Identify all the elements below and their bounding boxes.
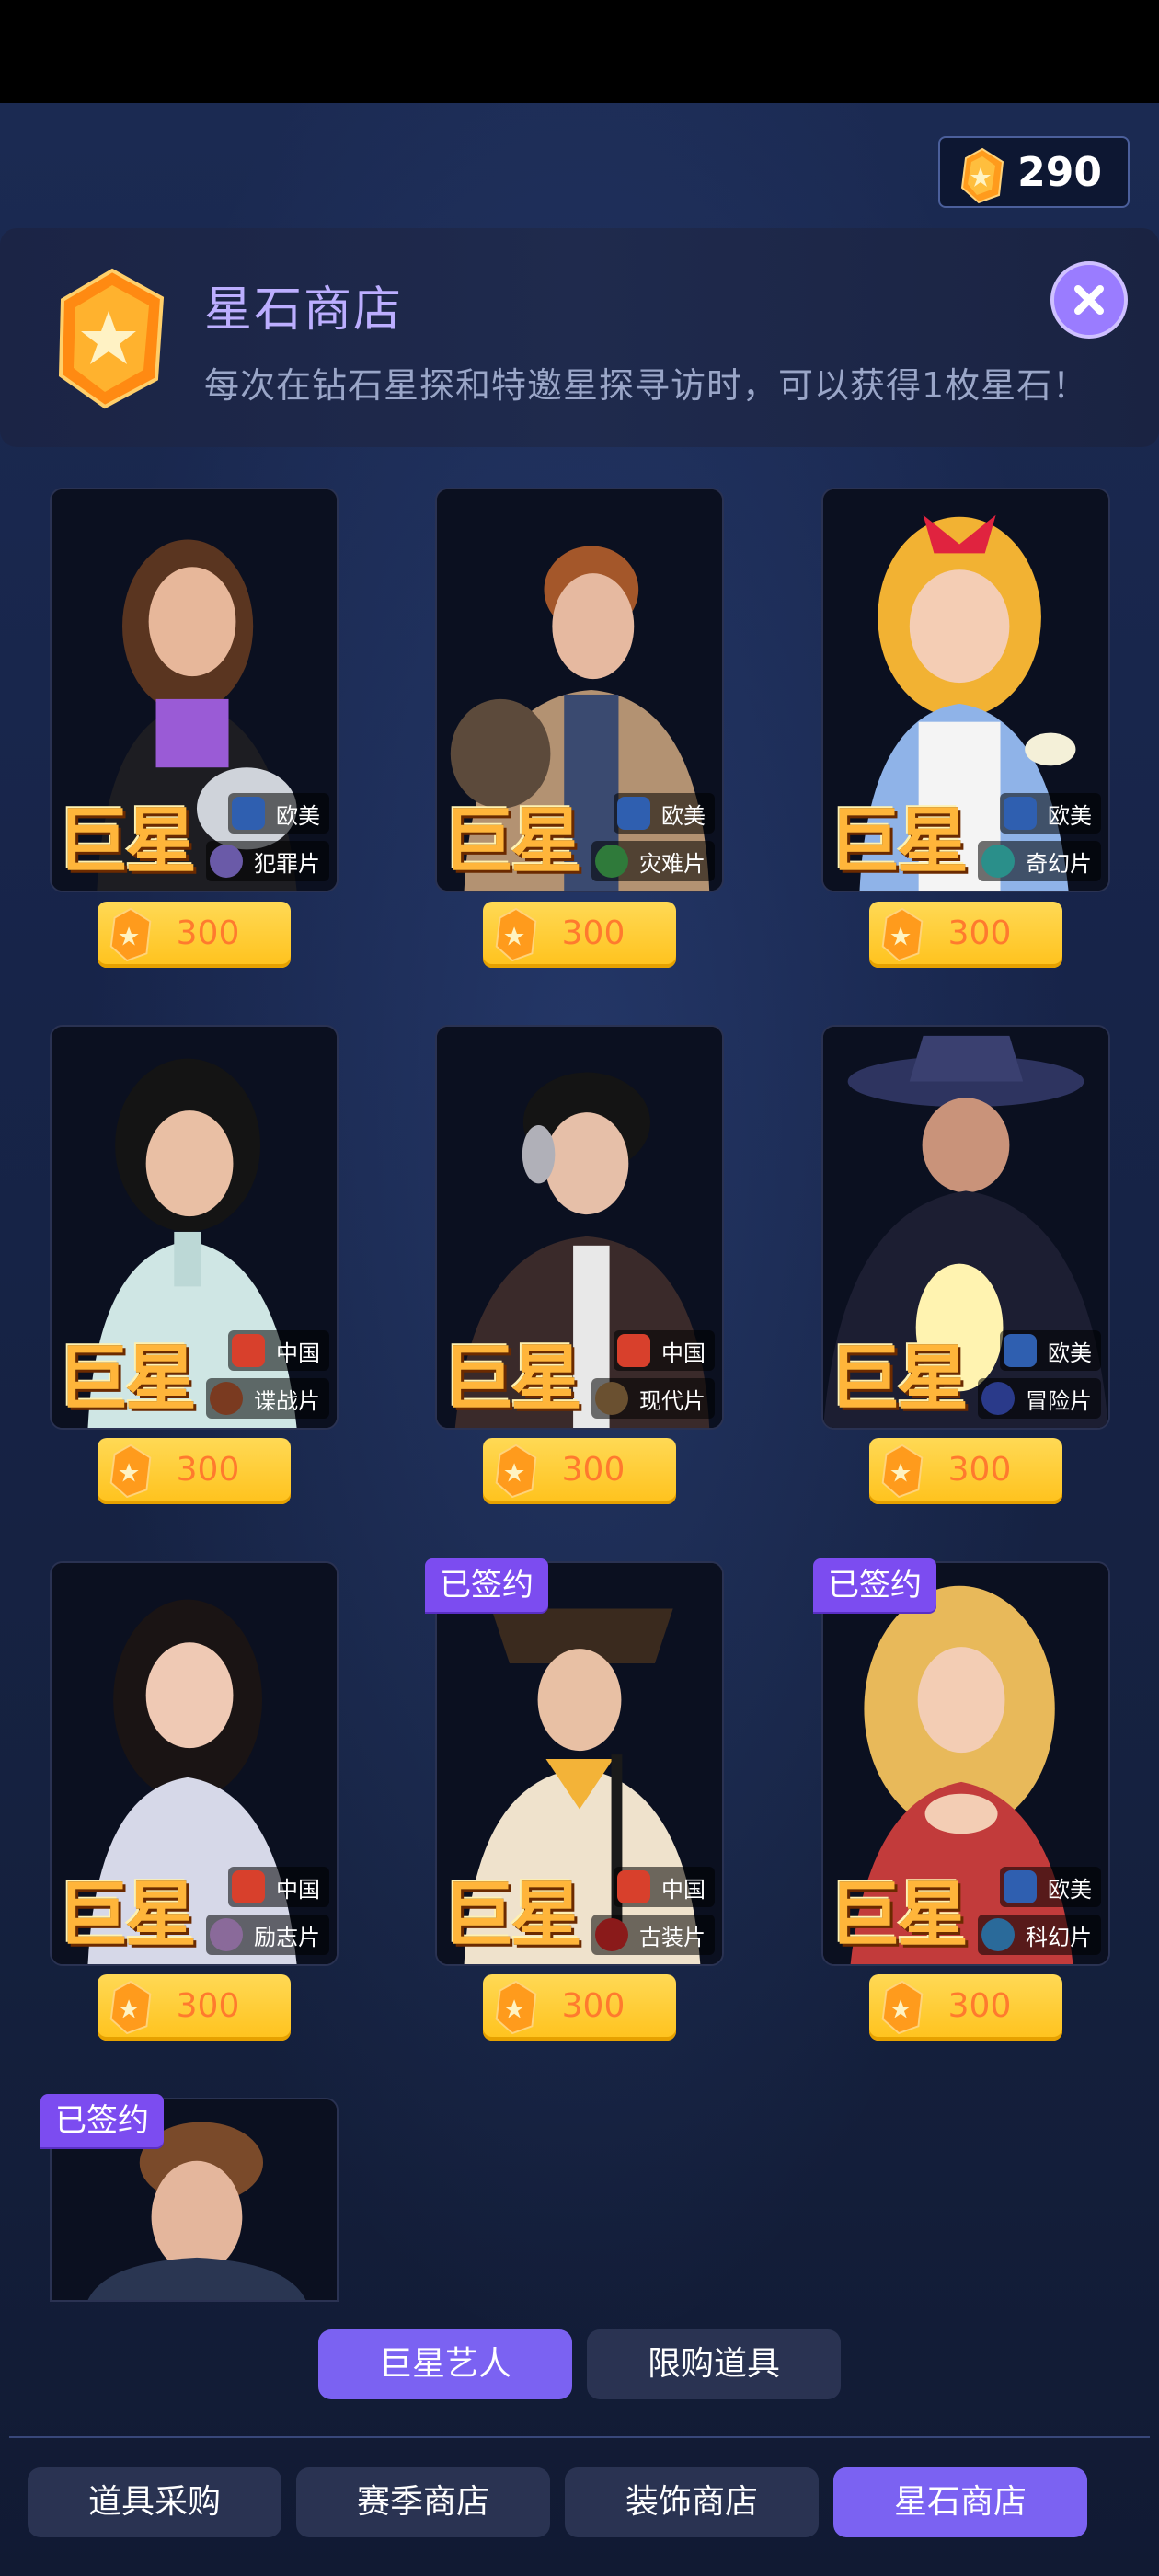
tab-decoration-shop[interactable]: 装饰商店 — [565, 2467, 819, 2537]
region-tag: 中国 — [228, 1330, 329, 1371]
price-button[interactable]: 300 — [869, 1438, 1062, 1504]
price-value: 300 — [561, 1987, 625, 2025]
currency-amount: 290 — [1017, 148, 1102, 196]
rank-label: 巨星 — [442, 1873, 582, 1957]
region-tag: 欧美 — [228, 793, 329, 834]
price-button[interactable]: 300 — [869, 902, 1062, 968]
close-icon — [1074, 285, 1104, 315]
region-icon — [1004, 1334, 1037, 1367]
artist-card[interactable]: 巨星 欧美 灾难片 — [435, 488, 724, 892]
price-button[interactable]: 300 — [98, 1974, 291, 2041]
genre-tag: 谍战片 — [206, 1378, 329, 1419]
signed-badge: 已签约 — [425, 1558, 548, 1612]
region-icon — [617, 1870, 650, 1903]
price-button[interactable]: 300 — [98, 902, 291, 968]
artist-card[interactable]: 巨星 欧美 奇幻片 — [821, 488, 1110, 892]
region-tag: 欧美 — [1000, 793, 1101, 834]
price-button[interactable]: 300 — [98, 1438, 291, 1504]
star-gem-icon — [58, 268, 165, 409]
price-value: 300 — [947, 1987, 1012, 2025]
rank-label: 巨星 — [57, 1873, 197, 1957]
price-button[interactable]: 300 — [483, 1974, 676, 2041]
status-bar — [0, 0, 1159, 103]
price-button[interactable]: 300 — [483, 902, 676, 968]
price-value: 300 — [176, 914, 240, 952]
genre-tag: 奇幻片 — [978, 841, 1101, 881]
genre-icon — [981, 1918, 1015, 1951]
genre-icon — [210, 1918, 243, 1951]
tab-starstone-shop[interactable]: 星石商店 — [833, 2467, 1087, 2537]
artist-card[interactable]: 巨星 中国 现代片 — [435, 1025, 724, 1430]
price-button[interactable]: 300 — [869, 1974, 1062, 2041]
genre-tag: 灾难片 — [591, 841, 715, 881]
region-tag: 欧美 — [1000, 1867, 1101, 1907]
genre-tag: 犯罪片 — [206, 841, 329, 881]
rank-label: 巨星 — [829, 1337, 969, 1420]
genre-tag: 冒险片 — [978, 1378, 1101, 1419]
region-icon — [232, 1870, 265, 1903]
region-icon — [1004, 797, 1037, 830]
divider — [9, 2436, 1150, 2438]
price-value: 300 — [561, 1451, 625, 1489]
shop-description: 每次在钻石星探和特邀星探寻访时，可以获得1枚星石！ — [204, 365, 1089, 406]
price-value: 300 — [176, 1451, 240, 1489]
artist-card[interactable]: 巨星 欧美 冒险片 — [821, 1025, 1110, 1430]
genre-tag: 科幻片 — [978, 1915, 1101, 1955]
genre-icon — [595, 1918, 628, 1951]
price-value: 300 — [176, 1987, 240, 2025]
region-icon — [617, 1334, 650, 1367]
genre-tag: 古装片 — [591, 1915, 715, 1955]
price-button[interactable]: 300 — [483, 1438, 676, 1504]
rank-label: 巨星 — [829, 799, 969, 883]
tab-season-shop[interactable]: 赛季商店 — [296, 2467, 550, 2537]
genre-icon — [210, 1382, 243, 1415]
artist-card[interactable]: 巨星 中国 励志片 — [50, 1561, 339, 1966]
artist-card[interactable]: 巨星 中国 古装片 — [435, 1561, 724, 1966]
artist-card[interactable]: 巨星 欧美 科幻片 — [821, 1561, 1110, 1966]
genre-icon — [595, 1382, 628, 1415]
genre-icon — [981, 1382, 1015, 1415]
region-icon — [1004, 1870, 1037, 1903]
price-value: 300 — [947, 914, 1012, 952]
signed-badge: 已签约 — [813, 1558, 936, 1612]
region-icon — [232, 1334, 265, 1367]
star-gem-icon — [960, 147, 1004, 204]
price-value: 300 — [947, 1451, 1012, 1489]
currency-display: 290 — [938, 136, 1130, 208]
rank-label: 巨星 — [442, 1337, 582, 1420]
shop-header — [0, 228, 1159, 447]
price-value: 300 — [561, 914, 625, 952]
region-tag: 中国 — [614, 1867, 715, 1907]
tab-star-artists[interactable]: 巨星艺人 — [318, 2329, 572, 2399]
genre-tag: 现代片 — [591, 1378, 715, 1419]
region-tag: 中国 — [228, 1867, 329, 1907]
rank-label: 巨星 — [442, 799, 582, 883]
artist-card[interactable]: 巨星 中国 谍战片 — [50, 1025, 339, 1430]
region-tag: 欧美 — [1000, 1330, 1101, 1371]
genre-icon — [981, 845, 1015, 878]
region-icon — [232, 797, 265, 830]
rank-label: 巨星 — [57, 1337, 197, 1420]
region-tag: 中国 — [614, 1330, 715, 1371]
rank-label: 巨星 — [829, 1873, 969, 1957]
tab-item-purchase[interactable]: 道具采购 — [28, 2467, 281, 2537]
signed-badge: 已签约 — [40, 2094, 164, 2147]
genre-icon — [595, 845, 628, 878]
region-icon — [617, 797, 650, 830]
genre-icon — [210, 845, 243, 878]
genre-tag: 励志片 — [206, 1915, 329, 1955]
close-button[interactable] — [1050, 261, 1128, 339]
shop-title: 星石商店 — [204, 282, 404, 338]
artist-card[interactable]: 巨星 欧美 犯罪片 — [50, 488, 339, 892]
rank-label: 巨星 — [57, 799, 197, 883]
tab-limited-items[interactable]: 限购道具 — [587, 2329, 841, 2399]
region-tag: 欧美 — [614, 793, 715, 834]
